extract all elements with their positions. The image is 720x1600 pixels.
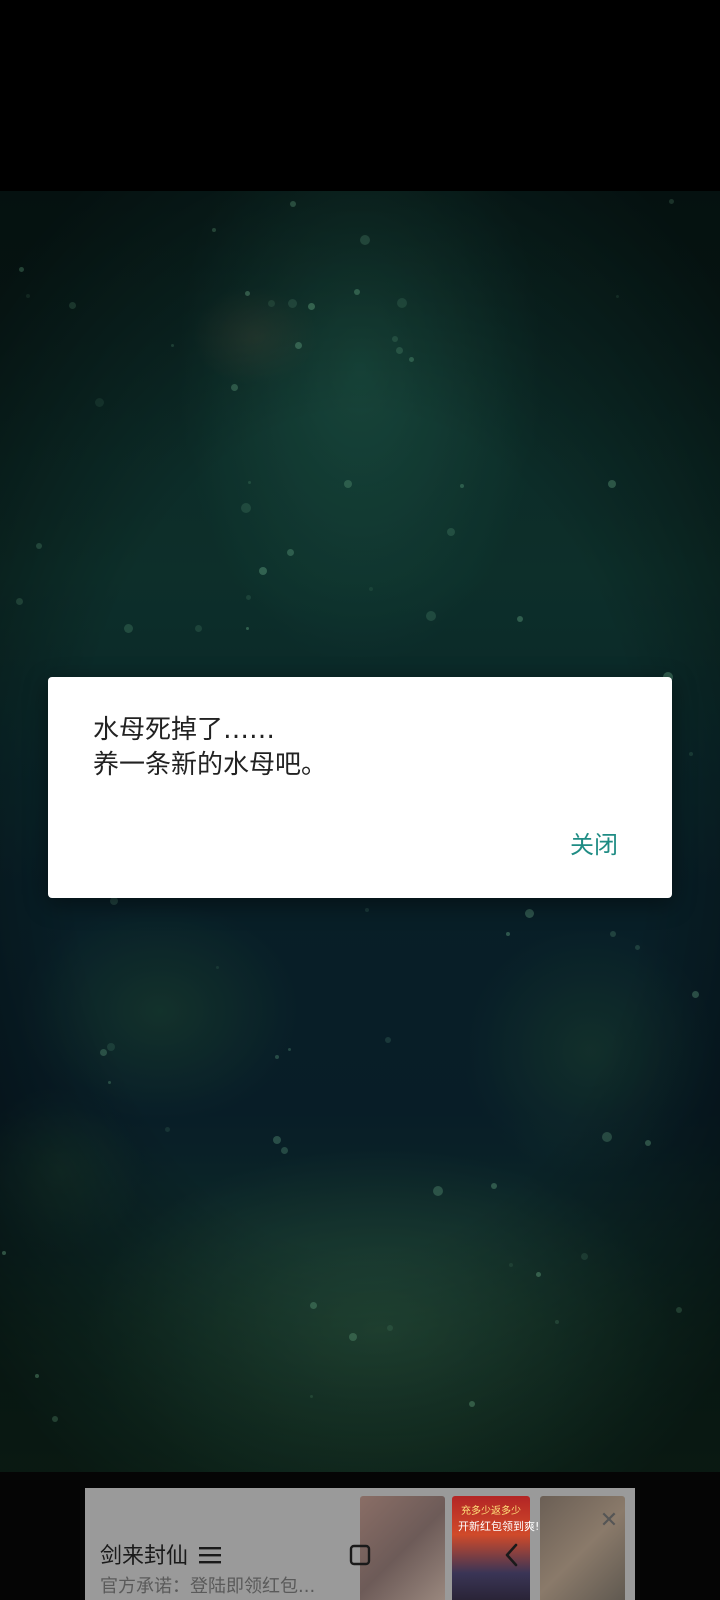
bubble-particle (246, 627, 249, 630)
bubble-particle (536, 1272, 541, 1277)
bubble-particle (19, 267, 24, 272)
bubble-particle (288, 299, 297, 308)
bubble-particle (248, 481, 251, 484)
bubble-particle (268, 300, 275, 307)
bubble-particle (581, 1253, 588, 1260)
bubble-particle (396, 347, 403, 354)
bubble-particle (69, 302, 76, 309)
bubble-particle (669, 199, 674, 204)
bubble-particle (308, 303, 315, 310)
jellyfish-died-dialog: 水母死掉了…… 养一条新的水母吧。 关闭 (48, 677, 672, 898)
bubble-particle (310, 1395, 313, 1398)
bubble-particle (517, 616, 523, 622)
bubble-particle (460, 484, 464, 488)
bubble-particle (95, 398, 104, 407)
bubble-particle (124, 624, 133, 633)
bubble-particle (245, 291, 250, 296)
bubble-particle (354, 289, 360, 295)
bubble-particle (216, 966, 219, 969)
bubble-particle (16, 598, 23, 605)
bubble-particle (26, 294, 30, 298)
bubble-particle (506, 932, 510, 936)
dialog-message-line-2: 养一条新的水母吧。 (93, 750, 328, 780)
bubble-particle (447, 528, 455, 536)
bubble-particle (35, 1374, 39, 1378)
bubble-particle (273, 1136, 281, 1144)
bubble-particle (344, 480, 352, 488)
bubble-particle (107, 1043, 115, 1051)
bubble-particle (509, 1263, 513, 1267)
home-icon[interactable] (340, 1538, 380, 1572)
bubble-particle (369, 587, 373, 591)
bubble-particle (491, 1183, 497, 1189)
ad-thumb-caption-2: 开新红包领到爽! (458, 1520, 540, 1533)
ad-close-icon[interactable]: ✕ (598, 1510, 620, 1532)
bubble-particle (426, 611, 436, 621)
bubble-particle (2, 1251, 6, 1255)
bubble-particle (287, 549, 294, 556)
ad-banner: 剑来封仙 官方承诺：登陆即领红包... 充多少返多少 开新红包领到爽! ✕ (0, 1472, 720, 1600)
bubble-particle (602, 1132, 612, 1142)
dialog-message: 水母死掉了…… 养一条新的水母吧。 (93, 713, 633, 783)
close-button[interactable]: 关闭 (568, 821, 620, 864)
bubble-particle (52, 1416, 58, 1422)
bubble-particle (645, 1140, 651, 1146)
bubble-particle (608, 480, 616, 488)
bubble-particle (288, 1048, 291, 1051)
bubble-particle (676, 1307, 682, 1313)
menu-icon[interactable] (190, 1538, 230, 1572)
top-black-area (0, 0, 720, 191)
dialog-message-line-1: 水母死掉了…… (93, 715, 276, 745)
bubble-particle (295, 342, 302, 349)
bubble-particle (409, 357, 414, 362)
bubble-particle (246, 595, 251, 600)
bubble-particle (349, 1333, 357, 1341)
bubble-particle (195, 625, 202, 632)
bubble-particle (365, 908, 369, 912)
bubble-particle (525, 909, 534, 918)
bubble-particle (100, 1049, 107, 1056)
bubble-particle (241, 503, 251, 513)
bubble-particle (610, 931, 616, 937)
bubble-particle (433, 1186, 443, 1196)
bubble-particle (290, 201, 296, 207)
bubble-particle (165, 1127, 170, 1132)
bubble-particle (171, 344, 174, 347)
bubble-particle (281, 1147, 288, 1154)
bubble-particle (635, 945, 640, 950)
bubble-particle (275, 1055, 279, 1059)
bubble-particle (555, 1320, 559, 1324)
screen: 水母死掉了…… 养一条新的水母吧。 关闭 剑来封仙 官方承诺：登陆即领红包...… (0, 0, 720, 1600)
bubble-particle (212, 228, 216, 232)
bubble-particle (36, 543, 42, 549)
bubble-particle (689, 752, 693, 756)
ad-subtitle: 官方承诺：登陆即领红包... (100, 1576, 316, 1597)
bubble-particle (108, 1081, 111, 1084)
bubble-particle (387, 1325, 393, 1331)
bubble-particle (231, 384, 238, 391)
ad-title: 剑来封仙 (100, 1544, 189, 1569)
bubble-particle (692, 991, 699, 998)
bubble-particle (616, 295, 619, 298)
bubble-particle (385, 1037, 391, 1043)
bubble-particle (469, 1401, 475, 1407)
ad-thumb-caption-1: 充多少返多少 (461, 1506, 521, 1517)
bubble-particle (259, 567, 267, 575)
bubble-particle (397, 298, 407, 308)
bubble-particle (110, 897, 118, 905)
bubble-particle (310, 1302, 317, 1309)
bubble-particle (392, 336, 398, 342)
back-icon[interactable] (492, 1538, 532, 1572)
bubble-particle (360, 235, 370, 245)
